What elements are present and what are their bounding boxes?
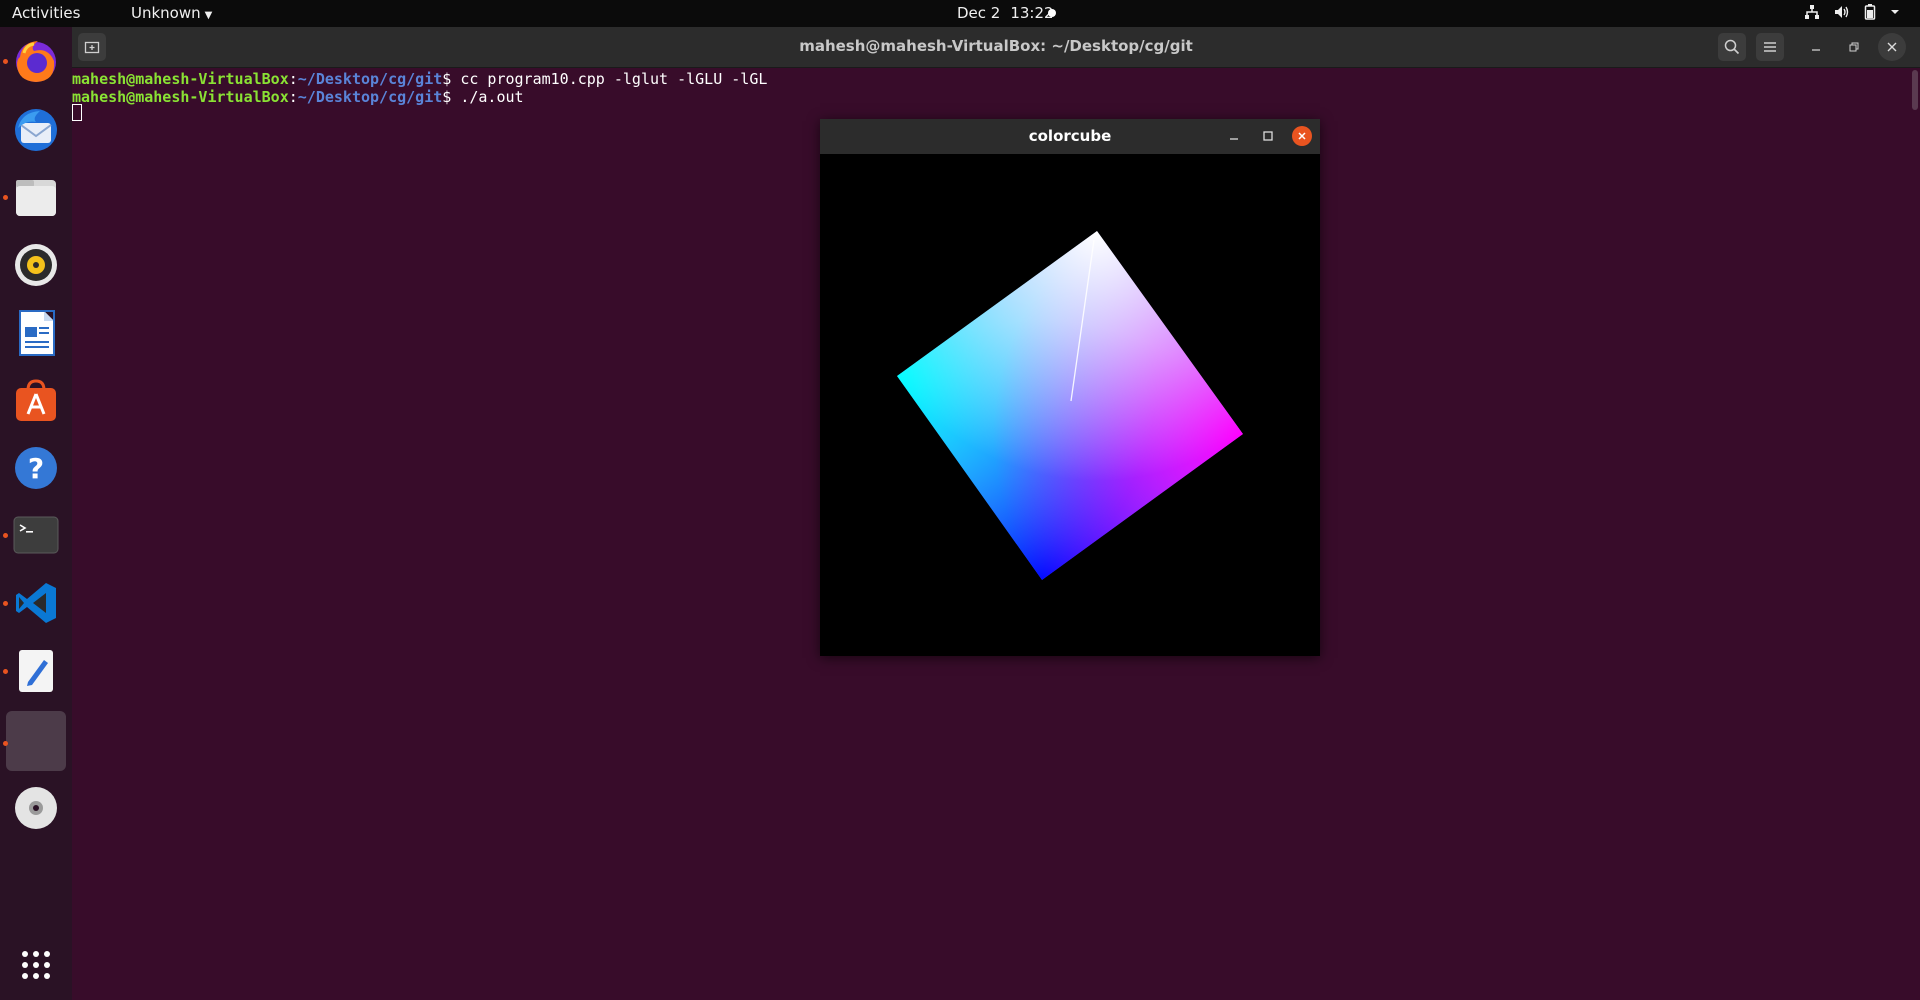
chevron-down-icon — [1891, 10, 1899, 14]
running-indicator — [3, 601, 8, 606]
running-indicator — [3, 669, 8, 674]
running-indicator — [3, 741, 8, 746]
search-icon — [1724, 39, 1740, 55]
software-store-icon — [16, 379, 56, 421]
command-text: ./a.out — [460, 88, 524, 106]
minimize-button[interactable] — [1802, 33, 1830, 61]
scrollbar[interactable] — [1912, 70, 1918, 110]
files-icon — [16, 180, 56, 216]
dock-item-ubuntu-software[interactable] — [6, 371, 66, 431]
maximize-icon — [1263, 131, 1273, 141]
document-writer-icon — [19, 310, 55, 356]
dock-item-writer[interactable] — [6, 303, 66, 363]
dock-item-vscode[interactable] — [6, 573, 66, 633]
running-indicator — [3, 59, 8, 64]
clock-date: Dec 2 — [957, 4, 1001, 22]
close-button[interactable] — [1292, 126, 1312, 146]
firefox-icon — [16, 41, 56, 82]
command-text: cc program10.cpp -lglut -lGLU -lGL — [460, 70, 768, 88]
prompt-path: ~/Desktop/cg/git — [297, 88, 443, 106]
app-menu[interactable]: Unknown ▼ — [131, 4, 212, 22]
colorcube-title: colorcube — [1028, 127, 1112, 145]
terminal-line: mahesh@mahesh-VirtualBox:~/Desktop/cg/gi… — [72, 70, 767, 88]
prompt-path: ~/Desktop/cg/git — [297, 70, 443, 88]
hamburger-menu-icon — [1764, 42, 1776, 52]
battery-icon — [1864, 4, 1876, 20]
menu-button[interactable] — [1756, 33, 1784, 61]
terminal-title: mahesh@mahesh-VirtualBox: ~/Desktop/cg/g… — [799, 37, 1193, 55]
optical-disc-icon — [15, 787, 57, 829]
prompt-symbol: $ — [442, 88, 461, 106]
colorcube-canvas[interactable] — [820, 154, 1320, 656]
text-editor-icon — [19, 650, 53, 692]
top-bar: Activities Unknown ▼ Dec 2 13:22 — [0, 0, 1920, 27]
network-icon — [1805, 5, 1819, 19]
text-cursor — [72, 104, 82, 121]
dock-item-text-editor[interactable] — [6, 641, 66, 701]
dock: ? — [0, 27, 72, 1000]
clock[interactable]: Dec 2 13:22 — [957, 4, 1054, 22]
volume-icon — [1835, 6, 1849, 18]
app-menu-label: Unknown — [131, 4, 201, 22]
prompt-separator: : — [288, 88, 298, 106]
maximize-button[interactable] — [1258, 126, 1278, 146]
terminal-line: mahesh@mahesh-VirtualBox:~/Desktop/cg/gi… — [72, 88, 524, 106]
running-indicator — [3, 533, 8, 538]
cube-face — [897, 231, 1243, 580]
running-indicator — [3, 195, 8, 200]
close-icon — [1298, 132, 1306, 140]
show-apps-button[interactable] — [6, 935, 66, 995]
close-button[interactable] — [1878, 33, 1906, 61]
dock-item-firefox[interactable] — [6, 31, 66, 91]
minimize-icon — [1230, 138, 1238, 140]
dock-item-files[interactable] — [6, 167, 66, 227]
rhythmbox-icon — [15, 244, 57, 286]
prompt-user: mahesh@mahesh-VirtualBox — [72, 88, 289, 106]
dock-item-colorcube[interactable] — [6, 711, 66, 771]
notification-dot-icon — [1048, 9, 1056, 17]
colorcube-window[interactable]: colorcube — [820, 119, 1320, 656]
minimize-icon — [1812, 49, 1820, 51]
colorcube-titlebar[interactable]: colorcube — [820, 119, 1320, 154]
thunderbird-icon — [15, 109, 57, 151]
search-button[interactable] — [1718, 33, 1746, 61]
dock-item-dvd-drive[interactable] — [6, 778, 66, 838]
dock-item-rhythmbox[interactable] — [6, 235, 66, 295]
restore-button[interactable] — [1840, 33, 1868, 61]
terminal-headerbar[interactable]: mahesh@mahesh-VirtualBox: ~/Desktop/cg/g… — [72, 27, 1920, 68]
help-icon: ? — [15, 447, 57, 489]
prompt-user: mahesh@mahesh-VirtualBox — [72, 70, 289, 88]
vscode-icon — [16, 583, 56, 623]
svg-text:?: ? — [28, 452, 44, 485]
restore-icon — [1849, 42, 1859, 52]
dock-item-thunderbird[interactable] — [6, 100, 66, 160]
system-tray[interactable] — [1804, 4, 1900, 20]
dock-item-help[interactable]: ? — [6, 438, 66, 498]
apps-grid-icon — [22, 951, 50, 979]
prompt-symbol: $ — [442, 70, 461, 88]
close-icon — [1887, 42, 1897, 52]
dock-item-terminal[interactable] — [6, 505, 66, 565]
activities-button[interactable]: Activities — [12, 4, 80, 22]
prompt-separator: : — [288, 70, 298, 88]
terminal-icon — [13, 516, 59, 554]
chevron-down-icon: ▼ — [204, 10, 213, 21]
minimize-button[interactable] — [1224, 126, 1244, 146]
